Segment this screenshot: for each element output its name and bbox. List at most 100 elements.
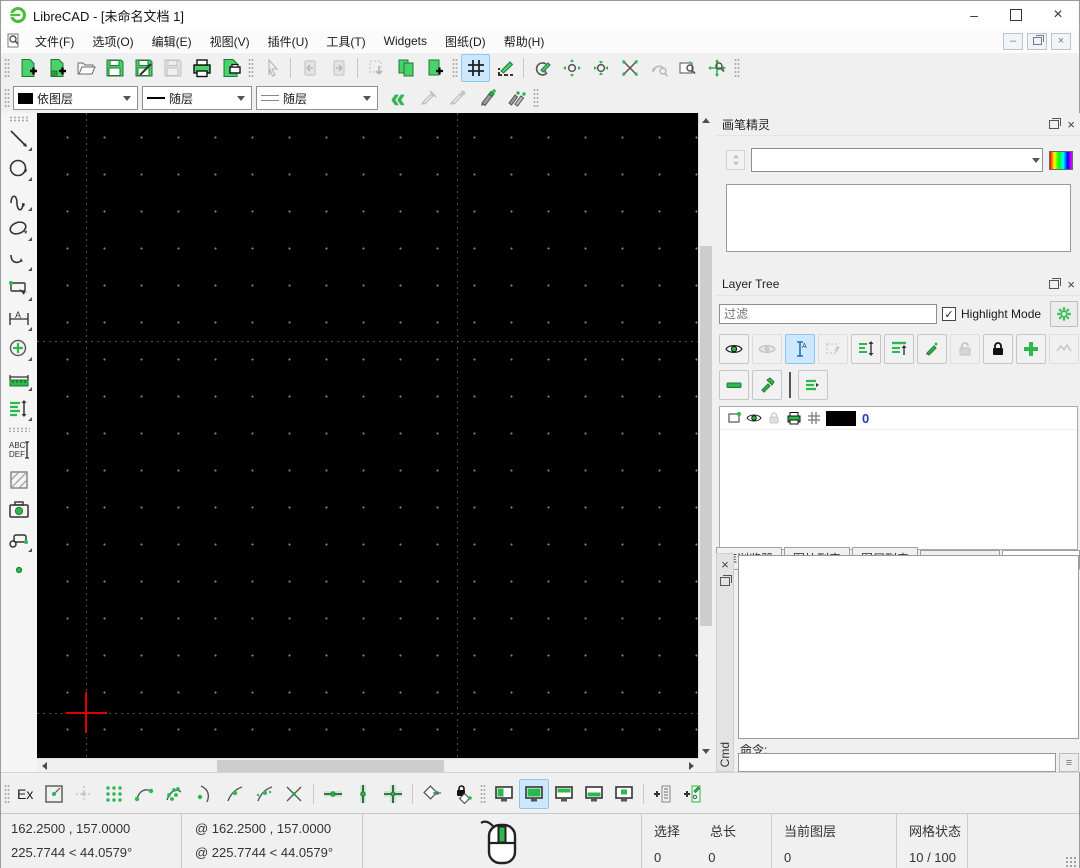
ellipse-tool-button[interactable] — [4, 215, 34, 243]
new-document-button[interactable] — [13, 54, 42, 82]
layer-row[interactable]: 0 — [720, 407, 1077, 430]
redo-button[interactable] — [324, 54, 353, 82]
pen-apply-button[interactable] — [472, 84, 501, 112]
menu-plugins[interactable]: 插件(U) — [259, 30, 318, 53]
text-tool-button[interactable]: ABCDEF — [4, 436, 34, 464]
command-options-button[interactable]: ≡ — [1059, 753, 1079, 772]
mdi-close-button[interactable]: × — [1051, 33, 1071, 50]
pen-pick-resolved-button[interactable] — [443, 84, 472, 112]
undo-button[interactable] — [295, 54, 324, 82]
minimize-button[interactable]: – — [953, 1, 995, 29]
rename-layer-button[interactable]: A — [785, 334, 815, 364]
statusbar-dock-top-button[interactable] — [549, 779, 579, 809]
order-tool-button[interactable] — [4, 395, 34, 423]
select-tool-button[interactable] — [4, 275, 34, 303]
layer-print-icon[interactable] — [786, 410, 802, 426]
snap-middle-button[interactable] — [219, 779, 249, 809]
scroll-left-arrow[interactable] — [37, 759, 51, 773]
menu-drawings[interactable]: 图纸(D) — [436, 30, 495, 53]
layer-settings-button[interactable] — [1050, 301, 1078, 327]
toolbar-handle[interactable] — [4, 58, 10, 78]
menu-file[interactable]: 文件(F) — [26, 30, 83, 53]
snap-points-button[interactable] — [99, 779, 129, 809]
restrict-horizontal-button[interactable] — [318, 779, 348, 809]
layer-list-view-button[interactable] — [798, 370, 828, 400]
color-palette-button[interactable] — [1049, 151, 1073, 170]
mdi-minimize-button[interactable]: – — [1003, 33, 1023, 50]
close-panel-icon[interactable]: × — [1067, 278, 1075, 291]
redraw-button[interactable] — [528, 54, 557, 82]
scroll-up-arrow[interactable] — [699, 113, 713, 127]
float-panel-icon[interactable] — [1049, 280, 1059, 289]
dimension-tool-button[interactable]: A — [4, 305, 34, 333]
layer-filter-input[interactable] — [719, 304, 937, 324]
free-snap-button[interactable] — [39, 779, 69, 809]
restrict-orthogonal-button[interactable] — [378, 779, 408, 809]
toolbar-handle[interactable] — [452, 58, 458, 78]
drawing-canvas[interactable] — [37, 113, 698, 758]
zoom-in-button[interactable] — [557, 54, 586, 82]
add-layer-button[interactable] — [1016, 334, 1046, 364]
menu-help[interactable]: 帮助(H) — [495, 30, 554, 53]
command-dock-handle[interactable]: × Cmd — [716, 553, 734, 772]
measure-tool-button[interactable] — [4, 365, 34, 393]
mdi-restore-button[interactable] — [1027, 33, 1047, 50]
pen-linetype-combobox[interactable]: 随层 — [256, 86, 378, 110]
select-pointer-button[interactable] — [257, 54, 286, 82]
new-from-template-button[interactable] — [42, 54, 71, 82]
unlock-all-button[interactable] — [950, 334, 980, 364]
toolbar-handle[interactable] — [248, 58, 254, 78]
snap-endpoints-button[interactable] — [129, 779, 159, 809]
toolbar-handle[interactable] — [4, 88, 10, 108]
pen-wizard-combobox[interactable] — [751, 148, 1043, 172]
highlight-mode-checkbox[interactable]: ✓ — [942, 307, 956, 321]
pen-color-combobox[interactable]: 依图层 — [13, 86, 138, 110]
print-button[interactable] — [187, 54, 216, 82]
show-all-layers-button[interactable] — [719, 334, 749, 364]
snap-distance-button[interactable] — [249, 779, 279, 809]
float-panel-icon[interactable] — [1049, 120, 1059, 129]
save-button[interactable] — [100, 54, 129, 82]
toolbar-handle[interactable] — [4, 784, 10, 804]
statusbar-dock-float-button[interactable] — [609, 779, 639, 809]
vertical-scrollbar[interactable] — [698, 113, 713, 758]
snap-entity-button[interactable] — [159, 779, 189, 809]
pen-wizard-titlebar[interactable]: 画笔精灵 × — [716, 113, 1080, 136]
vertical-scroll-thumb[interactable] — [700, 246, 712, 626]
layer-name[interactable]: 0 — [862, 411, 869, 426]
toolbar-handle[interactable] — [734, 58, 740, 78]
zoom-window-button[interactable] — [673, 54, 702, 82]
move-layer-top-button[interactable] — [884, 334, 914, 364]
zoom-out-button[interactable] — [586, 54, 615, 82]
pen-copy-button[interactable] — [501, 84, 530, 112]
close-panel-icon[interactable]: × — [721, 558, 729, 571]
toolbar-handle[interactable] — [480, 784, 486, 804]
pen-wizard-spinner-button[interactable] — [726, 150, 745, 170]
back-button[interactable]: « — [382, 84, 414, 112]
auto-zoom-button[interactable] — [615, 54, 644, 82]
sort-layers-button[interactable] — [851, 334, 881, 364]
pen-pick-button[interactable] — [414, 84, 443, 112]
statusbar-dock-full-button[interactable] — [519, 779, 549, 809]
copy-button[interactable] — [391, 54, 420, 82]
float-panel-icon[interactable] — [720, 577, 730, 586]
lock-relative-zero-button[interactable] — [447, 779, 477, 809]
spline-tool-button[interactable] — [4, 185, 34, 213]
command-input[interactable] — [738, 753, 1056, 772]
polyline-tool-button[interactable] — [4, 245, 34, 273]
pen-wizard-list[interactable] — [726, 184, 1071, 252]
layer-tree-titlebar[interactable]: Layer Tree × — [716, 273, 1080, 296]
menu-edit[interactable]: 编辑(E) — [143, 30, 201, 53]
horizontal-scrollbar[interactable] — [37, 758, 698, 773]
snap-center-button[interactable] — [189, 779, 219, 809]
hatch-tool-button[interactable] — [4, 466, 34, 494]
set-relative-zero-button[interactable] — [417, 779, 447, 809]
add-pen-palette-button[interactable] — [678, 779, 708, 809]
layer-visible-eye-icon[interactable] — [746, 410, 762, 426]
menu-tools[interactable]: 工具(T) — [317, 30, 374, 53]
snap-intersection-button[interactable] — [279, 779, 309, 809]
line-tool-button[interactable] — [4, 125, 34, 153]
command-history[interactable] — [738, 555, 1079, 739]
layer-lock-icon[interactable] — [766, 410, 782, 426]
layer-construction-icon[interactable] — [806, 410, 822, 426]
